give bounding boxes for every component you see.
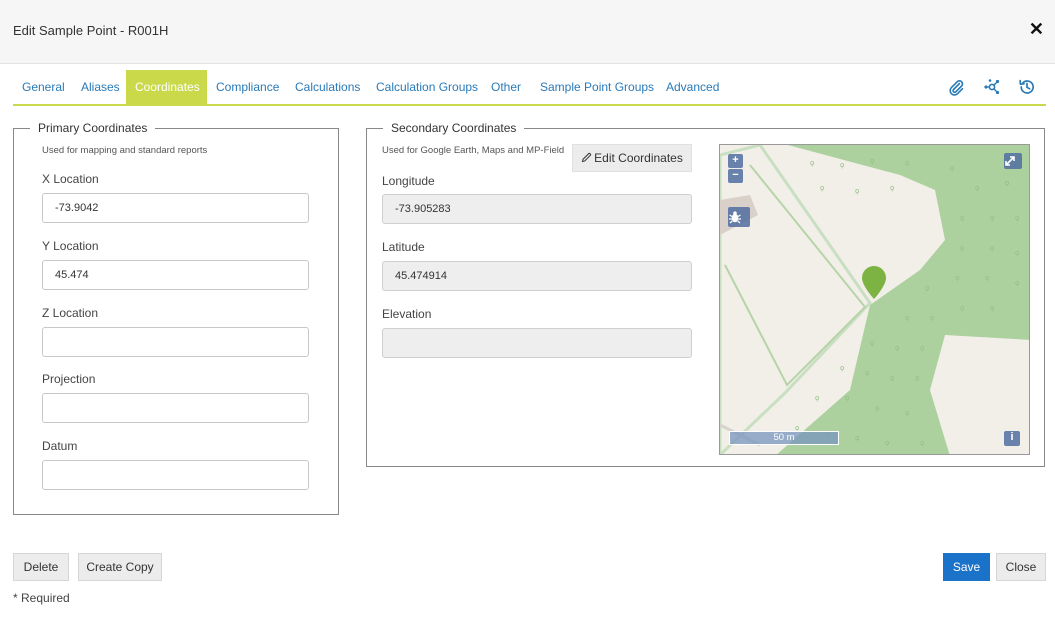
svg-text:ϙ: ϙ (920, 439, 924, 447)
datum-label: Datum (42, 439, 78, 453)
svg-text:ϙ: ϙ (865, 369, 869, 377)
history-icon[interactable] (1018, 78, 1036, 96)
tab-general[interactable]: General (13, 70, 74, 104)
dialog-header: Edit Sample Point - R001H ✕ (0, 0, 1055, 64)
svg-text:ϙ: ϙ (990, 304, 994, 312)
tab-calculations[interactable]: Calculations (286, 70, 369, 104)
zoom-out-button[interactable]: − (728, 169, 743, 183)
svg-text:ϙ: ϙ (930, 314, 934, 322)
svg-text:ϙ: ϙ (905, 159, 909, 167)
svg-text:ϙ: ϙ (1015, 249, 1019, 257)
svg-text:ϙ: ϙ (905, 314, 909, 322)
svg-text:ϙ: ϙ (960, 244, 964, 252)
projection-label: Projection (42, 372, 96, 386)
zoom-in-button[interactable]: + (728, 154, 743, 168)
map-scale-bar: 50 m (729, 431, 839, 445)
tab-advanced[interactable]: Advanced (657, 70, 728, 104)
longitude-input[interactable]: -73.905283 (382, 194, 692, 224)
tab-sample-point-groups[interactable]: Sample Point Groups (531, 70, 663, 104)
svg-text:ϙ: ϙ (815, 394, 819, 402)
info-icon[interactable]: i (1004, 431, 1020, 446)
tab-compliance[interactable]: Compliance (207, 70, 288, 104)
svg-text:ϙ: ϙ (870, 339, 874, 347)
svg-text:ϙ: ϙ (990, 244, 994, 252)
save-button[interactable]: Save (943, 553, 990, 581)
pencil-icon (581, 146, 592, 172)
y-location-label: Y Location (42, 239, 99, 253)
svg-text:ϙ: ϙ (905, 409, 909, 417)
tab-coordinates[interactable]: Coordinates (126, 70, 207, 104)
longitude-label: Longitude (382, 174, 435, 188)
svg-text:ϙ: ϙ (845, 394, 849, 402)
tab-calculation-groups[interactable]: Calculation Groups (367, 70, 487, 104)
svg-text:ϙ: ϙ (890, 184, 894, 192)
edit-coordinates-button[interactable]: Edit Coordinates (572, 144, 692, 172)
y-location-input[interactable]: 45.474 (42, 260, 309, 290)
projection-input[interactable] (42, 393, 309, 423)
network-icon[interactable] (983, 78, 1001, 96)
svg-text:ϙ: ϙ (840, 161, 844, 169)
tab-bar: General Aliases Coordinates Compliance C… (13, 70, 1046, 106)
svg-text:ϙ: ϙ (875, 404, 879, 412)
secondary-coordinates-legend: Secondary Coordinates (383, 121, 525, 135)
svg-text:ϙ: ϙ (885, 439, 889, 447)
elevation-input[interactable] (382, 328, 692, 358)
svg-text:ϙ: ϙ (1005, 179, 1009, 187)
datum-input[interactable] (42, 460, 309, 490)
dialog-title: Edit Sample Point - R001H (13, 23, 169, 38)
svg-text:ϙ: ϙ (855, 434, 859, 442)
svg-text:ϙ: ϙ (1015, 214, 1019, 222)
z-location-input[interactable] (42, 327, 309, 357)
svg-text:ϙ: ϙ (895, 344, 899, 352)
primary-coordinates-panel: Primary Coordinates (13, 121, 339, 515)
svg-text:ϙ: ϙ (950, 164, 954, 172)
latitude-input[interactable]: 45.474914 (382, 261, 692, 291)
primary-coordinates-legend: Primary Coordinates (30, 121, 156, 135)
edit-coordinates-label: Edit Coordinates (594, 151, 683, 165)
svg-text:ϙ: ϙ (960, 304, 964, 312)
svg-text:ϙ: ϙ (920, 344, 924, 352)
tab-other[interactable]: Other (482, 70, 530, 104)
map-tiles: ϙϙϙϙ ϙ ϙ ϙϙ ϙϙϙ ϙ ϙϙ ϙϙ ϙ ϙϙϙ ϙϙ ϙϙ ϙϙ ϙϙ ϙϙ ϙϙ … (720, 145, 1029, 454)
required-note: * Required (13, 591, 70, 605)
svg-text:ϙ: ϙ (925, 284, 929, 292)
close-icon[interactable]: ✕ (1029, 19, 1044, 39)
latitude-label: Latitude (382, 240, 425, 254)
svg-text:ϙ: ϙ (855, 187, 859, 195)
svg-text:ϙ: ϙ (890, 374, 894, 382)
svg-text:ϙ: ϙ (990, 214, 994, 222)
svg-text:ϙ: ϙ (960, 214, 964, 222)
x-location-input[interactable]: -73.9042 (42, 193, 309, 223)
svg-text:ϙ: ϙ (820, 184, 824, 192)
tab-aliases[interactable]: Aliases (72, 70, 129, 104)
secondary-coordinates-hint: Used for Google Earth, Maps and MP-Field (382, 145, 565, 156)
close-button[interactable]: Close (996, 553, 1046, 581)
svg-text:ϙ: ϙ (985, 274, 989, 282)
svg-text:ϙ: ϙ (840, 364, 844, 372)
fullscreen-icon[interactable] (1004, 153, 1022, 169)
delete-button[interactable]: Delete (13, 553, 69, 581)
bug-icon[interactable] (728, 207, 750, 227)
svg-text:ϙ: ϙ (975, 184, 979, 192)
svg-text:ϙ: ϙ (1015, 279, 1019, 287)
svg-text:ϙ: ϙ (870, 157, 874, 165)
location-map[interactable]: ϙϙϙϙ ϙϙϙϙ ϙϙϙϙ ϙϙϙϙ ϙϙϙϙ ϙϙϙϙ ϙϙϙϙ ϙϙϙϙ … (719, 144, 1030, 455)
location-marker-icon[interactable] (861, 266, 887, 300)
elevation-label: Elevation (382, 307, 432, 321)
paperclip-icon[interactable] (947, 78, 965, 96)
x-location-label: X Location (42, 172, 99, 186)
create-copy-button[interactable]: Create Copy (78, 553, 162, 581)
svg-text:ϙ: ϙ (810, 159, 814, 167)
primary-coordinates-hint: Used for mapping and standard reports (42, 145, 208, 156)
svg-text:ϙ: ϙ (955, 274, 959, 282)
z-location-label: Z Location (42, 306, 99, 320)
svg-text:ϙ: ϙ (915, 374, 919, 382)
